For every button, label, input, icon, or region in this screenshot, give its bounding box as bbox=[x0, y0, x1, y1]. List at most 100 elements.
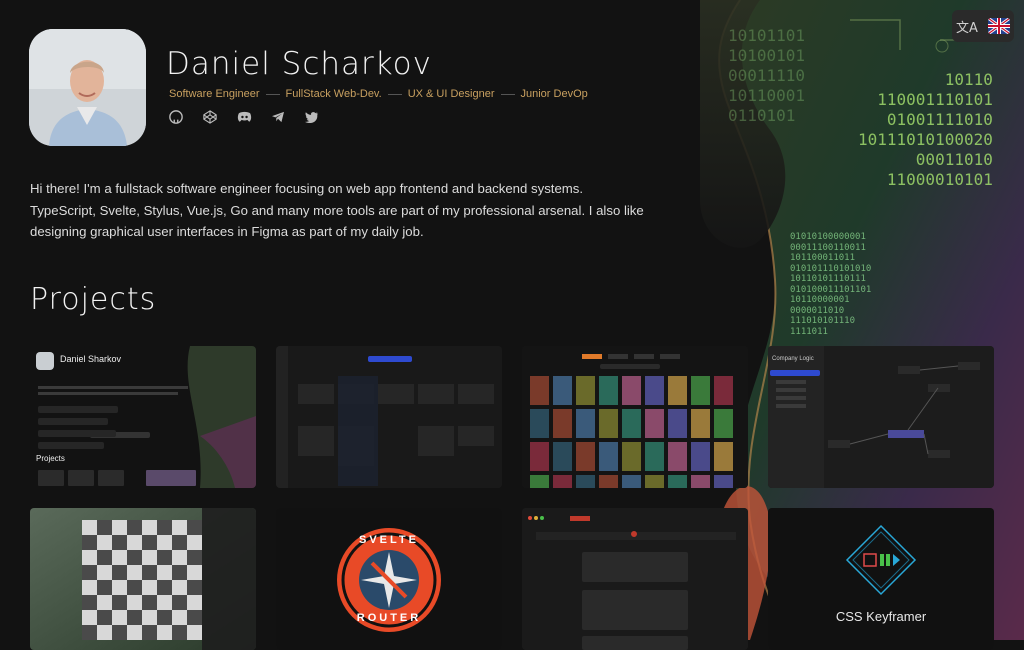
movie-poster bbox=[553, 475, 572, 488]
chess-square bbox=[112, 550, 127, 565]
movie-poster bbox=[714, 409, 733, 438]
movie-poster bbox=[576, 409, 595, 438]
chess-square bbox=[187, 520, 202, 535]
chess-square bbox=[82, 595, 97, 610]
chess-square bbox=[157, 535, 172, 550]
chess-square bbox=[82, 565, 97, 580]
chess-square bbox=[97, 550, 112, 565]
chess-square bbox=[127, 595, 142, 610]
chess-square bbox=[127, 580, 142, 595]
movie-poster bbox=[599, 376, 618, 405]
chess-square bbox=[142, 580, 157, 595]
movie-poster bbox=[622, 475, 641, 488]
chess-square bbox=[187, 610, 202, 625]
movie-poster bbox=[599, 409, 618, 438]
chess-square bbox=[127, 565, 142, 580]
thumb-projects-label: Projects bbox=[36, 454, 65, 463]
svelte-label: SVELTE bbox=[359, 534, 419, 546]
chess-square bbox=[142, 535, 157, 550]
chess-square bbox=[127, 550, 142, 565]
project-card-css-keyframer[interactable]: CSS Keyframer bbox=[768, 508, 994, 650]
movie-poster bbox=[668, 475, 687, 488]
project-card-chess[interactable] bbox=[30, 508, 256, 650]
chess-square bbox=[172, 595, 187, 610]
chess-square bbox=[187, 535, 202, 550]
project-card-calendar[interactable] bbox=[276, 346, 502, 488]
router-label: ROUTER bbox=[356, 612, 422, 624]
projects-heading: Projects bbox=[30, 282, 157, 317]
twitter-icon[interactable] bbox=[304, 110, 320, 124]
movie-poster bbox=[553, 409, 572, 438]
chess-square bbox=[172, 550, 187, 565]
role-divider bbox=[265, 93, 280, 95]
chess-square bbox=[97, 520, 112, 535]
chess-square bbox=[97, 580, 112, 595]
chess-square bbox=[142, 565, 157, 580]
movie-poster bbox=[553, 442, 572, 471]
movie-poster bbox=[645, 442, 664, 471]
movie-poster bbox=[668, 376, 687, 405]
project-card-movie-library[interactable] bbox=[522, 346, 748, 488]
movie-poster bbox=[645, 475, 664, 488]
chess-square bbox=[142, 550, 157, 565]
thumb-name: Daniel Sharkov bbox=[60, 354, 122, 364]
project-card-company-logic[interactable]: Company Logic bbox=[768, 346, 994, 488]
telegram-icon[interactable] bbox=[270, 110, 286, 124]
chess-square bbox=[187, 565, 202, 580]
chess-square bbox=[157, 580, 172, 595]
chess-square bbox=[157, 565, 172, 580]
chess-square bbox=[157, 520, 172, 535]
movie-poster bbox=[668, 442, 687, 471]
project-card-chat-app[interactable] bbox=[522, 508, 748, 650]
github-icon[interactable] bbox=[168, 110, 184, 124]
movie-poster bbox=[668, 409, 687, 438]
movie-poster bbox=[622, 409, 641, 438]
chess-square bbox=[127, 535, 142, 550]
movie-poster bbox=[714, 376, 733, 405]
chess-square bbox=[82, 580, 97, 595]
avatar bbox=[29, 29, 146, 146]
chess-square bbox=[112, 565, 127, 580]
movie-poster bbox=[576, 475, 595, 488]
chess-square bbox=[112, 535, 127, 550]
chess-square bbox=[82, 550, 97, 565]
chess-square bbox=[157, 550, 172, 565]
movie-poster bbox=[691, 442, 710, 471]
chess-square bbox=[142, 595, 157, 610]
translate-icon: 文A bbox=[956, 20, 978, 36]
movie-poster bbox=[691, 376, 710, 405]
role-devop: Junior DevOp bbox=[520, 88, 588, 100]
role-divider bbox=[500, 93, 515, 95]
movie-poster bbox=[645, 376, 664, 405]
binary-decoration-b: 10110 110001110101 01001111010 101110101… bbox=[858, 70, 993, 189]
movie-poster bbox=[530, 475, 549, 488]
chess-square bbox=[172, 580, 187, 595]
chess-square bbox=[112, 580, 127, 595]
chess-square bbox=[187, 580, 202, 595]
movie-poster bbox=[691, 409, 710, 438]
chess-square bbox=[112, 625, 127, 640]
profile-name: Daniel Scharkov bbox=[166, 46, 432, 82]
codepen-icon[interactable] bbox=[202, 110, 218, 124]
movie-poster bbox=[553, 376, 572, 405]
chess-square bbox=[97, 595, 112, 610]
chess-square bbox=[112, 520, 127, 535]
project-card-svelte-router[interactable]: SVELTE ROUTER bbox=[276, 508, 502, 650]
chess-square bbox=[97, 535, 112, 550]
movie-poster bbox=[622, 376, 641, 405]
movie-poster bbox=[714, 475, 733, 488]
project-card-portfolio[interactable]: Daniel Sharkov Projects bbox=[30, 346, 256, 488]
chess-square bbox=[142, 625, 157, 640]
chess-square bbox=[172, 520, 187, 535]
role-fullstack: FullStack Web-Dev. bbox=[285, 88, 382, 100]
movie-poster bbox=[576, 376, 595, 405]
discord-icon[interactable] bbox=[236, 110, 252, 124]
chess-square bbox=[112, 595, 127, 610]
chess-square bbox=[127, 610, 142, 625]
chess-square bbox=[127, 625, 142, 640]
movie-poster bbox=[530, 376, 549, 405]
role-software-engineer: Software Engineer bbox=[169, 88, 260, 100]
language-switcher[interactable]: 文A bbox=[952, 10, 1014, 42]
css-keyframer-label: CSS Keyframer bbox=[835, 609, 927, 624]
movie-poster bbox=[622, 442, 641, 471]
